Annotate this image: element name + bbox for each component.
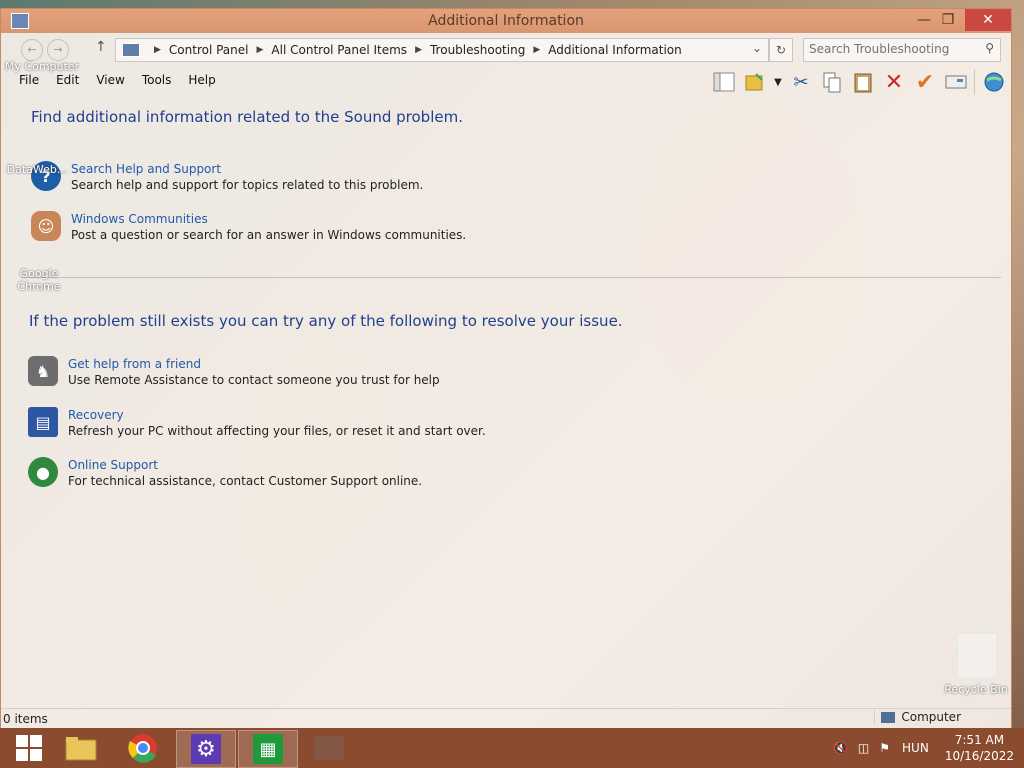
breadcrumb-separator-icon[interactable]: ▶ [257,45,264,55]
restore-button[interactable]: ❐ [933,9,963,31]
chrome-icon [128,734,157,763]
start-button[interactable] [0,730,58,766]
cut-icon[interactable]: ✂ [788,69,814,95]
address-bar[interactable]: ▶ Control Panel ▶ All Control Panel Item… [115,38,769,62]
search-icon[interactable]: ⚲ [985,41,994,55]
recovery-desc: Refresh your PC without affecting your f… [68,424,486,438]
windows-logo-icon [16,735,42,761]
menu-view[interactable]: View [96,73,124,87]
status-bar: 0 items Computer [1,708,1011,729]
recycle-bin-icon[interactable] [956,632,998,680]
globe-support-icon: ● [28,457,58,487]
menu-file[interactable]: File [19,73,39,87]
paste-icon[interactable] [850,69,876,95]
list-item-search-help[interactable]: ? Search Help and Support Search help an… [31,161,423,192]
up-arrow-icon[interactable]: ↑ [95,39,107,55]
windows-communities-link[interactable]: Windows Communities [71,212,466,226]
list-item-online-support[interactable]: ● Online Support For technical assistanc… [28,457,422,488]
list-item-windows-communities[interactable]: ☺ Windows Communities Post a question or… [31,211,466,242]
flag-icon[interactable]: ⚑ [879,741,890,755]
refresh-button[interactable]: ↻ [769,38,793,62]
store-taskbar-button[interactable]: ▦ [238,730,298,768]
recovery-link[interactable]: Recovery [68,408,486,422]
desktop-icon-chrome[interactable]: Google Chrome [14,267,64,293]
computer-icon [881,711,896,723]
breadcrumb-all-items[interactable]: All Control Panel Items [271,43,407,57]
control-panel-taskbar-button[interactable] [300,730,358,766]
layout-icon[interactable] [711,69,737,95]
dropdown-arrow-icon[interactable]: ▼ [773,69,783,95]
remote-assistance-icon: ♞ [28,356,58,386]
control-panel-taskbar-icon [314,736,344,760]
menu-tools[interactable]: Tools [142,73,172,87]
network-icon[interactable]: ◫ [858,741,869,755]
breadcrumb-separator-icon[interactable]: ▶ [154,45,161,55]
people-icon: ☺ [31,211,61,241]
breadcrumb-separator-icon[interactable]: ▶ [415,45,422,55]
settings-taskbar-button[interactable]: ⚙ [176,730,236,768]
get-help-friend-desc: Use Remote Assistance to contact someone… [68,373,440,387]
clock-time: 7:51 AM [954,733,1005,747]
section-divider [21,277,1001,278]
online-support-desc: For technical assistance, contact Custom… [68,474,423,488]
section2-heading: If the problem still exists you can try … [29,312,623,330]
control-panel-window: Additional Information — ❐ ✕ ← → ↑ ▶ Con… [0,8,1012,730]
clock-date: 10/16/2022 [944,749,1014,763]
menu-edit[interactable]: Edit [56,73,79,87]
windows-communities-desc: Post a question or search for an answer … [71,228,467,242]
zone-label: Computer [901,710,961,724]
search-help-desc: Search help and support for topics relat… [71,178,424,192]
items-count: 0 items [3,712,48,726]
recovery-icon: ▤ [28,407,58,437]
folder-options-icon[interactable] [742,69,768,95]
taskbar: ⚙ ▦ 🔇 ◫ ⚑ HUN 7:51 AM 10/16/2022 [0,728,1024,768]
check-icon[interactable]: ✔ [912,69,938,95]
menu-bar: File Edit View Tools Help [19,73,233,87]
desktop-icon-dataweb[interactable]: DataWeb... [2,163,72,176]
search-help-link[interactable]: Search Help and Support [71,162,423,176]
toolbar: ▼ ✂ ✕ ✔ [706,69,1007,95]
copy-icon[interactable] [819,69,845,95]
menu-help[interactable]: Help [188,73,215,87]
breadcrumb-troubleshooting[interactable]: Troubleshooting [430,43,525,57]
zone-indicator: Computer [874,710,961,724]
language-indicator[interactable]: HUN [902,741,929,755]
title-bar: Additional Information — ❐ ✕ [1,9,1011,33]
chrome-taskbar-button[interactable] [114,730,172,766]
folder-icon [65,737,97,761]
gear-icon: ⚙ [191,734,221,764]
section1-heading: Find additional information related to t… [31,108,463,126]
desktop-icon-my-computer[interactable]: My Computer [2,60,82,73]
get-help-friend-link[interactable]: Get help from a friend [68,357,440,371]
clock[interactable]: 7:51 AM 10/16/2022 [945,732,1014,764]
globe-icon[interactable] [974,69,1007,95]
control-panel-crumb-icon [122,43,140,57]
file-explorer-taskbar-button[interactable] [52,730,110,766]
close-button[interactable]: ✕ [965,9,1011,31]
breadcrumb-separator-icon[interactable]: ▶ [533,45,540,55]
breadcrumb-additional-information[interactable]: Additional Information [548,43,682,57]
window-title: Additional Information [428,13,584,29]
breadcrumb-control-panel[interactable]: Control Panel [169,43,249,57]
list-item-recovery[interactable]: ▤ Recovery Refresh your PC without affec… [28,407,486,438]
desktop-icon-recycle-bin-label[interactable]: Recycle Bin [940,683,1012,696]
search-input[interactable] [804,39,979,59]
store-icon: ▦ [253,734,283,764]
properties-icon[interactable] [943,69,969,95]
list-item-get-help-friend[interactable]: ♞ Get help from a friend Use Remote Assi… [28,356,440,387]
online-support-link[interactable]: Online Support [68,458,422,472]
navigation-row: ← → ↑ ▶ Control Panel ▶ All Control Pane… [1,35,1011,63]
system-tray: 🔇 ◫ ⚑ HUN 7:51 AM 10/16/2022 [833,732,1014,764]
back-button[interactable]: ← [21,39,43,61]
address-dropdown-icon[interactable]: ⌄ [752,41,762,55]
search-box[interactable]: ⚲ [803,38,1001,62]
forward-button[interactable]: → [47,39,69,61]
delete-icon[interactable]: ✕ [881,69,907,95]
speaker-muted-icon[interactable]: 🔇 [833,741,848,755]
